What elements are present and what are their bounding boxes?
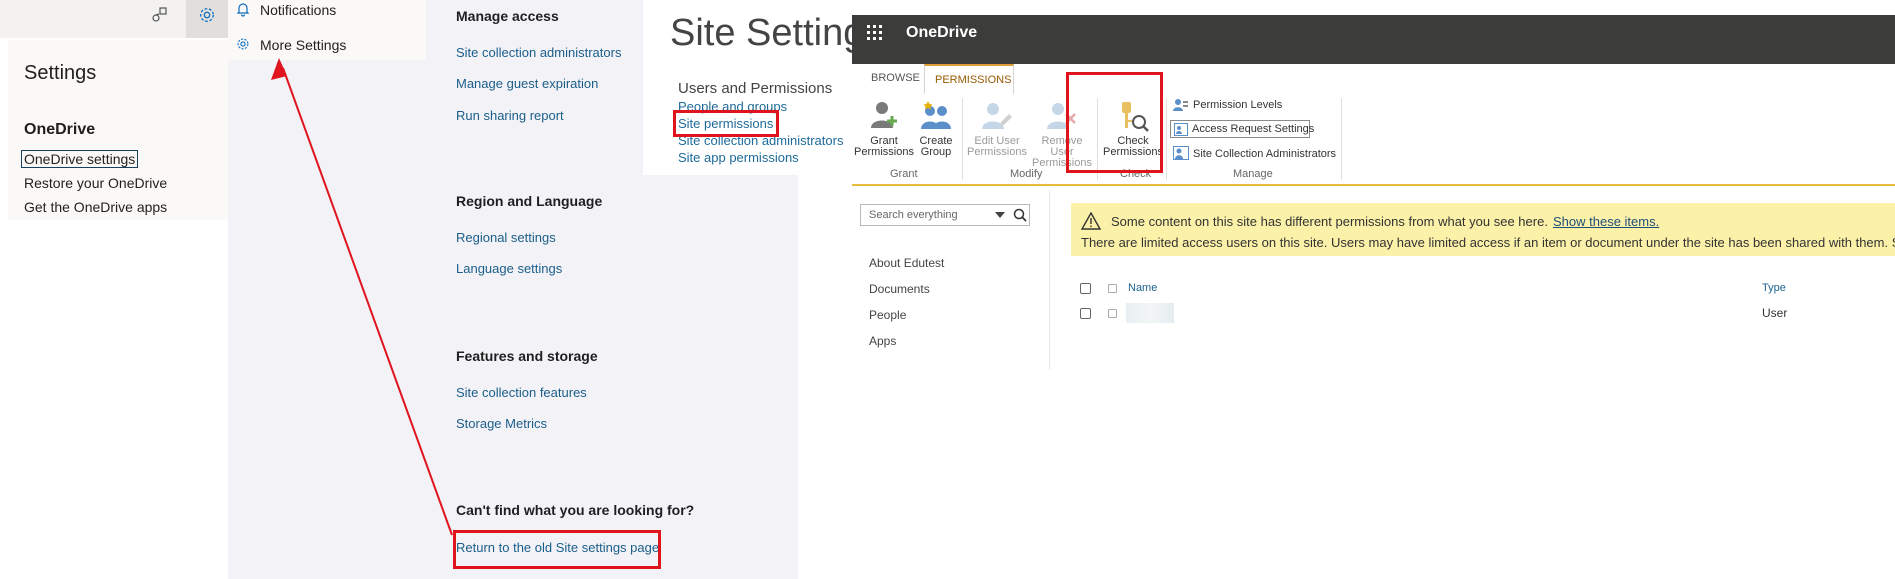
annotation-arrow — [271, 58, 453, 536]
